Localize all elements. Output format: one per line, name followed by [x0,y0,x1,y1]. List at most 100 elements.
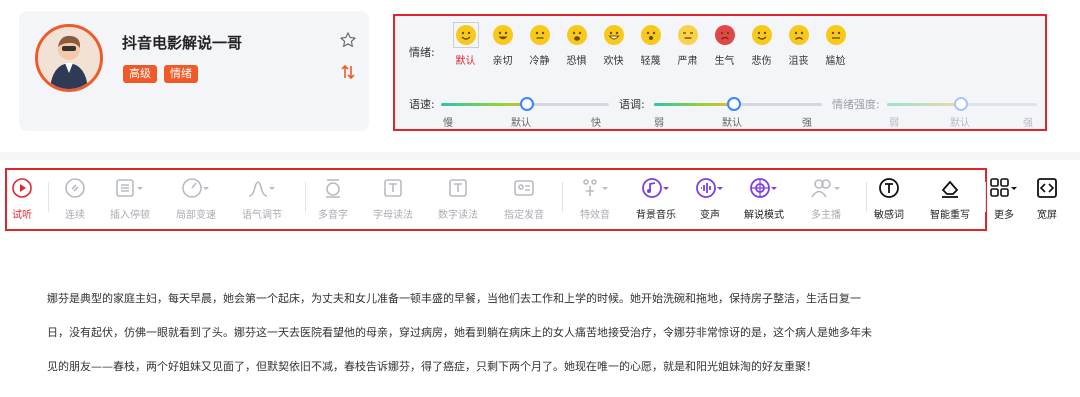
voice-tag: 情绪 [164,65,198,83]
slider-mark: 慢 [443,118,453,129]
toolbar-button-17[interactable]: 更多 [989,176,1019,221]
play-circle-icon [11,176,33,200]
voice-avatar [35,24,103,92]
toolbar-button-16[interactable]: 智能重写 [930,176,970,221]
emotion-list: 默认 亲切 冷静 恐惧 欢快 轻蔑 严肃 生气 悲伤 沮丧 尴尬 [447,22,854,67]
speed-label: 语速: [409,98,435,111]
letter-reading-icon [382,176,404,200]
toolbar-button-label: 智能重写 [930,210,970,221]
person-avatar-icon [38,27,100,89]
grin-face-icon [492,25,513,45]
toolbar-button-4: 局部变速 [176,176,216,221]
voice-name: 抖音电影解说一哥 [122,34,243,52]
toolbar-button-label: 多音字 [318,210,348,221]
slider-mark: 弱 [889,118,899,129]
intensity-slider-thumb [954,97,968,111]
toolbar-button-11[interactable]: 背景音乐 [636,176,676,221]
emotion-item-label: 尴尬 [825,56,846,67]
emotion-item-11[interactable]: 尴尬 [817,24,854,67]
voice-tag: 高级 [123,65,157,83]
number-reading-icon [447,176,469,200]
pitch-label: 语调: [619,98,645,111]
emotion-item-label: 恐惧 [566,56,587,67]
emotion-item-9[interactable]: 悲伤 [743,24,780,67]
pitch-slider-thumb[interactable] [727,97,741,111]
emotion-label: 情绪: [409,46,435,59]
emotion-item-2[interactable]: 亲切 [484,24,521,67]
toolbar-button-9: 指定发音 [504,176,544,221]
happy-face-icon [603,25,624,45]
toolbar-button-label: 试听 [12,210,32,221]
toolbar-button-3: 插入停顿 [110,176,150,221]
polyphone-icon [322,176,344,200]
emotion-item-5[interactable]: 欢快 [595,24,632,67]
toolbar-button-label: 更多 [994,210,1014,221]
article-text[interactable]: 娜芬是典型的家庭主妇，每天早晨，她会第一个起床，为丈夫和女儿准备一顿丰盛的早餐，… [47,282,1037,384]
article-line: 娜芬是典型的家庭主妇，每天早晨，她会第一个起床，为丈夫和女儿准备一顿丰盛的早餐，… [47,292,861,305]
toolbar-separator [562,182,563,212]
slider-mark: 默认 [511,118,531,129]
emotion-item-label: 生气 [714,56,735,67]
slider-mark: 强 [1023,118,1033,129]
toolbar-button-label: 多主播 [811,210,841,221]
emotion-item-label: 亲切 [492,56,513,67]
article-line: 日，没有起伏，仿佛一眼就看到了头。娜芬这一天去医院看望他的母亲，穿过病房，她看到… [47,326,872,339]
emotion-panel: 情绪: 默认 亲切 冷静 恐惧 欢快 轻蔑 严肃 生气 悲伤 沮丧 尴尬 语速: 慢 默认 快 语调… [393,14,1047,131]
toolbar-button-1[interactable]: 试听 [11,176,33,221]
slider-mark: 默认 [722,118,742,129]
serious-face-icon [677,25,698,45]
emotion-item-label: 悲伤 [751,56,772,67]
multi-anchor-icon [810,176,842,200]
narration-mode-icon [749,176,779,200]
sort-arrows-icon[interactable] [340,64,356,80]
speed-slider-thumb[interactable] [520,97,534,111]
toolbar-separator [985,182,986,212]
toolbar-button-label: 特效音 [580,210,610,221]
toolbar-button-13[interactable]: 解说模式 [744,176,784,221]
voice-change-icon [695,176,725,200]
emotion-item-4[interactable]: 恐惧 [558,24,595,67]
toolbar-button-label: 语气调节 [242,210,282,221]
toolbar-separator [866,182,867,212]
toolbar-button-label: 插入停顿 [110,210,150,221]
intensity-label: 情绪强度: [832,98,880,111]
emotion-item-7[interactable]: 严肃 [669,24,706,67]
toolbar-button-label: 连续 [65,210,85,221]
slider-mark: 强 [802,118,812,129]
toolbar-button-6: 多音字 [318,176,348,221]
toolbar-button-label: 局部变速 [176,210,216,221]
fear-face-icon [566,25,587,45]
emotion-item-10[interactable]: 沮丧 [780,24,817,67]
toolbar-button-2: 连续 [64,176,86,221]
toolbar-separator [48,182,49,212]
awkward-face-icon [825,25,846,45]
toolbar-button-label: 解说模式 [744,210,784,221]
star-outline-icon[interactable] [339,31,357,49]
voice-tags: 高级 情绪 [123,65,198,83]
continuous-icon [64,176,86,200]
emotion-item-3[interactable]: 冷静 [521,24,558,67]
toolbar-button-label: 变声 [700,210,720,221]
sensitive-word-icon [878,176,900,200]
toolbar-button-label: 背景音乐 [636,210,676,221]
toolbar-button-12[interactable]: 变声 [695,176,725,221]
emotion-item-label: 沮丧 [788,56,809,67]
toolbar-button-label: 数字读法 [438,210,478,221]
toolbar-button-label: 敏感词 [874,210,904,221]
toolbar-button-7: 字母读法 [373,176,413,221]
emotion-item-8[interactable]: 生气 [706,24,743,67]
background-music-icon [641,176,671,200]
toolbar-button-14: 多主播 [810,176,842,221]
toolbar-button-10: 特效音 [580,176,610,221]
slider-mark: 快 [591,118,601,129]
emotion-item-6[interactable]: 轻蔑 [632,24,669,67]
toolbar-button-18[interactable]: 宽屏 [1036,176,1058,221]
voice-card[interactable]: 抖音电影解说一哥 高级 情绪 [19,11,369,131]
more-grid-icon [989,176,1019,200]
widescreen-icon [1036,176,1058,200]
emotion-item-label: 严肃 [677,56,698,67]
emotion-item-1[interactable]: 默认 [447,22,484,67]
calm-face-icon [529,25,550,45]
toolbar-button-label: 指定发音 [504,210,544,221]
toolbar-button-15[interactable]: 敏感词 [874,176,904,221]
